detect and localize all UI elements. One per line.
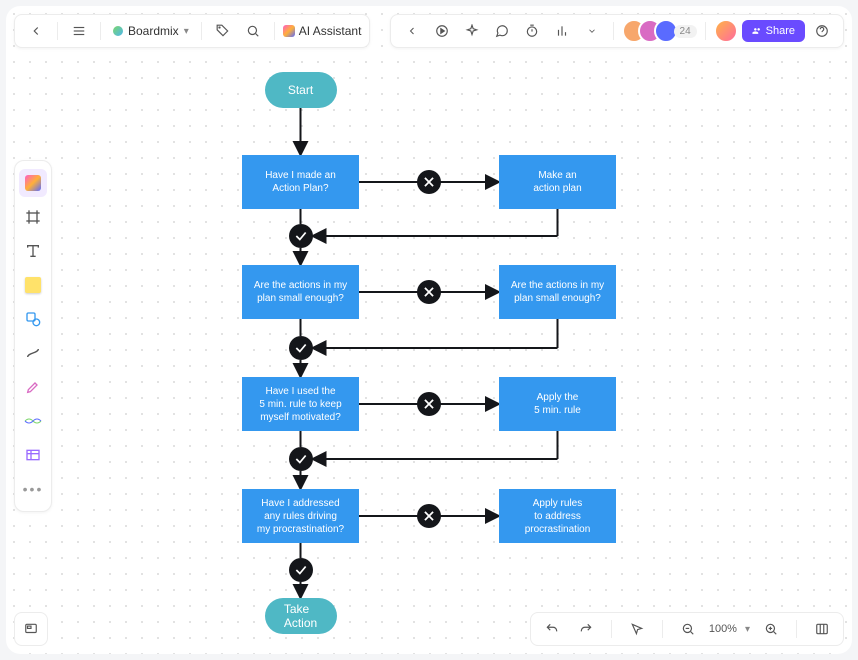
present-icon[interactable] <box>429 18 455 44</box>
more-tool[interactable]: ••• <box>19 475 47 503</box>
shape-tool[interactable] <box>19 305 47 333</box>
chart-icon[interactable] <box>549 18 575 44</box>
chevron-down-icon[interactable]: ▾ <box>745 624 750 635</box>
sparkle-icon[interactable] <box>459 18 485 44</box>
zoom-in-icon[interactable] <box>758 616 784 642</box>
comment-icon[interactable] <box>489 18 515 44</box>
ai-assistant-button[interactable]: AI Assistant <box>283 24 362 38</box>
top-right-toolbar: 24 Share <box>390 14 844 48</box>
zoom-bar: 100% ▾ <box>530 612 844 646</box>
template-icon <box>25 175 41 191</box>
divider <box>201 22 202 40</box>
table-tool[interactable] <box>19 441 47 469</box>
search-icon[interactable] <box>240 18 266 44</box>
frame-tool[interactable] <box>19 203 47 231</box>
top-left-toolbar: Boardmix ▾ AI Assistant <box>14 14 370 48</box>
connector-tool[interactable] <box>19 339 47 367</box>
divider <box>613 22 614 40</box>
panels-icon[interactable] <box>809 616 835 642</box>
board-name: Boardmix <box>128 24 179 38</box>
ai-label: AI Assistant <box>299 24 362 38</box>
back-icon[interactable] <box>23 18 49 44</box>
ai-logo-icon <box>283 25 295 37</box>
canvas[interactable] <box>6 6 852 654</box>
chevron-left-icon[interactable] <box>399 18 425 44</box>
divider <box>57 22 58 40</box>
tool-palette: ••• <box>14 160 52 512</box>
pointer-icon[interactable] <box>624 616 650 642</box>
minimap-button[interactable] <box>14 612 48 646</box>
pen-tool[interactable] <box>19 373 47 401</box>
text-tool[interactable] <box>19 237 47 265</box>
menu-icon[interactable] <box>66 18 92 44</box>
timer-icon[interactable] <box>519 18 545 44</box>
share-label: Share <box>766 25 795 37</box>
chevron-down-icon: ▾ <box>184 26 189 37</box>
sticky-tool[interactable] <box>19 271 47 299</box>
tag-icon[interactable] <box>210 18 236 44</box>
presence-count: 24 <box>674 25 697 38</box>
divider <box>611 620 612 638</box>
template-tool[interactable] <box>19 169 47 197</box>
divider <box>796 620 797 638</box>
help-icon[interactable] <box>809 18 835 44</box>
divider <box>274 22 275 40</box>
undo-icon[interactable] <box>539 616 565 642</box>
presence-avatars[interactable]: 24 <box>622 19 697 43</box>
divider <box>662 620 663 638</box>
more-chevron-icon[interactable] <box>579 18 605 44</box>
divider <box>705 22 706 40</box>
logo-icon <box>113 26 123 36</box>
sticky-icon <box>25 277 41 293</box>
divider <box>100 22 101 40</box>
user-avatar[interactable] <box>714 19 738 43</box>
zoom-out-icon[interactable] <box>675 616 701 642</box>
board-title[interactable]: Boardmix ▾ <box>109 24 193 38</box>
share-button[interactable]: Share <box>742 20 805 42</box>
mindmap-tool[interactable] <box>19 407 47 435</box>
zoom-level[interactable]: 100% <box>709 623 737 635</box>
redo-icon[interactable] <box>573 616 599 642</box>
